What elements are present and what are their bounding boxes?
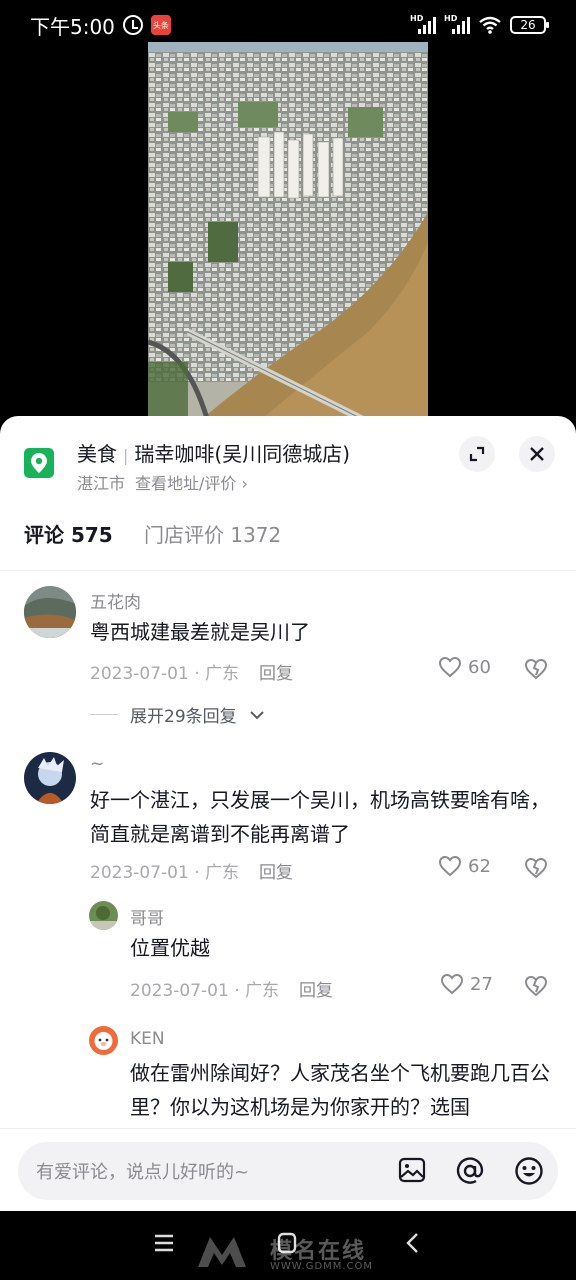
reply-meta: 2023-07-01 · 广东 回复: [130, 976, 333, 1001]
comment-meta: 2023-07-01 · 广东 回复: [90, 858, 293, 883]
watermark-logo: [198, 1237, 246, 1267]
broken-heart-icon: [524, 857, 548, 879]
reply-button[interactable]: 回复: [299, 981, 333, 1001]
avatar[interactable]: [89, 901, 118, 930]
avatar[interactable]: [24, 586, 76, 638]
back-button[interactable]: [402, 1231, 422, 1259]
tab-store-reviews[interactable]: 门店评价 1372: [144, 519, 281, 548]
poi-name: 瑞幸咖啡(吴川同德城店): [134, 442, 350, 466]
expand-icon: [469, 446, 485, 462]
broken-heart-icon: [524, 975, 548, 997]
battery-icon: 26: [510, 16, 549, 34]
reply-text: 位置优越: [130, 936, 210, 960]
comment-date: 2023-07-01 · 广东: [90, 863, 240, 883]
reply-author[interactable]: 哥哥: [130, 904, 164, 929]
dislike-button[interactable]: [524, 658, 548, 684]
app-notification-icon: 头条: [150, 15, 171, 35]
screen: 下午5:00 头条 HD HD 26 美食 | 瑞幸咖啡(吴川同德城店) 湛江市…: [0, 0, 576, 1280]
reply-author[interactable]: KEN: [130, 1029, 165, 1049]
dislike-button[interactable]: [524, 857, 548, 883]
avatar[interactable]: [24, 752, 76, 804]
image-picker-button[interactable]: [398, 1156, 426, 1188]
comment-text: 粤西城建最差就是吴川了: [90, 620, 310, 644]
alarm-icon: [122, 15, 143, 35]
image-icon: [398, 1157, 426, 1183]
poi-city: 湛江市: [77, 474, 126, 493]
signal-icon: HD: [444, 14, 470, 34]
comment-meta: 2023-07-01 · 广东 回复: [90, 659, 293, 684]
comment-date: 2023-07-01 · 广东: [90, 664, 240, 684]
chevron-down-icon: [249, 710, 264, 719]
dislike-button[interactable]: [524, 975, 548, 1001]
navigation-bar: 模名在线 WWW.GDMM.COM: [0, 1211, 576, 1280]
comment-author[interactable]: 五花肉: [90, 588, 141, 613]
reply-text: 做在雷州除闻好？人家茂名坐个飞机要跑几百公里？你以为这机场是为你家开的？选国: [130, 1061, 550, 1119]
back-icon: [406, 1233, 418, 1253]
video-player[interactable]: [148, 42, 428, 422]
tab-bar: 评论 575 门店评价 1372: [0, 511, 576, 571]
reply-date: 2023-07-01 · 广东: [130, 981, 280, 1001]
like-count: 60: [468, 656, 491, 678]
poi-subtitle: 湛江市 查看地址/评价 ›: [77, 470, 248, 494]
like-button[interactable]: 62: [438, 855, 491, 877]
watermark-url: WWW.GDMM.COM: [270, 1261, 374, 1272]
location-pin-icon: [24, 448, 54, 478]
comment-text: 好一个湛江，只发展一个吴川，机场高铁要啥有啥，简直就是离谱到不能再离谱了: [90, 788, 550, 846]
like-count: 27: [470, 973, 493, 995]
like-count: 62: [468, 855, 491, 877]
poi-title: 美食 | 瑞幸咖啡(吴川同德城店): [77, 442, 350, 466]
emoji-button[interactable]: [514, 1156, 544, 1190]
watermark: 模名在线 WWW.GDMM.COM: [196, 1231, 396, 1272]
comment-input[interactable]: 有爱评论，说点儿好听的~: [18, 1142, 558, 1200]
aerial-city-image: [148, 42, 428, 422]
signal-icon: HD: [410, 14, 436, 34]
heart-icon: [438, 855, 462, 877]
comment-sheet: 美食 | 瑞幸咖啡(吴川同德城店) 湛江市 查看地址/评价 › 评论 575 门店评价…: [0, 416, 576, 1211]
expand-replies-label: 展开29条回复: [130, 707, 237, 727]
heart-icon: [440, 973, 464, 995]
menu-icon: [155, 1234, 173, 1252]
broken-heart-icon: [524, 658, 548, 680]
comment-author[interactable]: ~: [90, 754, 104, 774]
poi-header[interactable]: 美食 | 瑞幸咖啡(吴川同德城店) 湛江市 查看地址/评价 ›: [0, 416, 576, 506]
tab-comments[interactable]: 评论 575: [24, 519, 113, 548]
comment-input-bar: 有爱评论，说点儿好听的~: [0, 1128, 576, 1211]
mention-button[interactable]: [455, 1156, 485, 1190]
close-icon: [530, 447, 544, 461]
wifi-icon: [479, 16, 501, 34]
expand-button[interactable]: [459, 436, 495, 472]
heart-icon: [438, 656, 462, 678]
emoji-icon: [515, 1157, 543, 1185]
at-sign-icon: [456, 1157, 484, 1184]
close-button[interactable]: [519, 436, 555, 472]
menu-button[interactable]: [152, 1231, 176, 1259]
status-time: 下午5:00: [30, 14, 115, 39]
comment-list: 五花肉 粤西城建最差就是吴川了 2023-07-01 · 广东 回复 60 展开2…: [0, 572, 576, 1128]
reply-button[interactable]: 回复: [259, 664, 293, 684]
reply-button[interactable]: 回复: [259, 863, 293, 883]
like-button[interactable]: 27: [440, 973, 493, 995]
avatar[interactable]: [89, 1026, 118, 1055]
like-button[interactable]: 60: [438, 656, 491, 678]
view-address-link[interactable]: 查看地址/评价 ›: [135, 474, 248, 493]
comment-input-placeholder: 有爱评论，说点儿好听的~: [36, 1162, 250, 1183]
poi-category: 美食: [77, 442, 117, 466]
expand-replies-button[interactable]: 展开29条回复: [90, 702, 265, 727]
